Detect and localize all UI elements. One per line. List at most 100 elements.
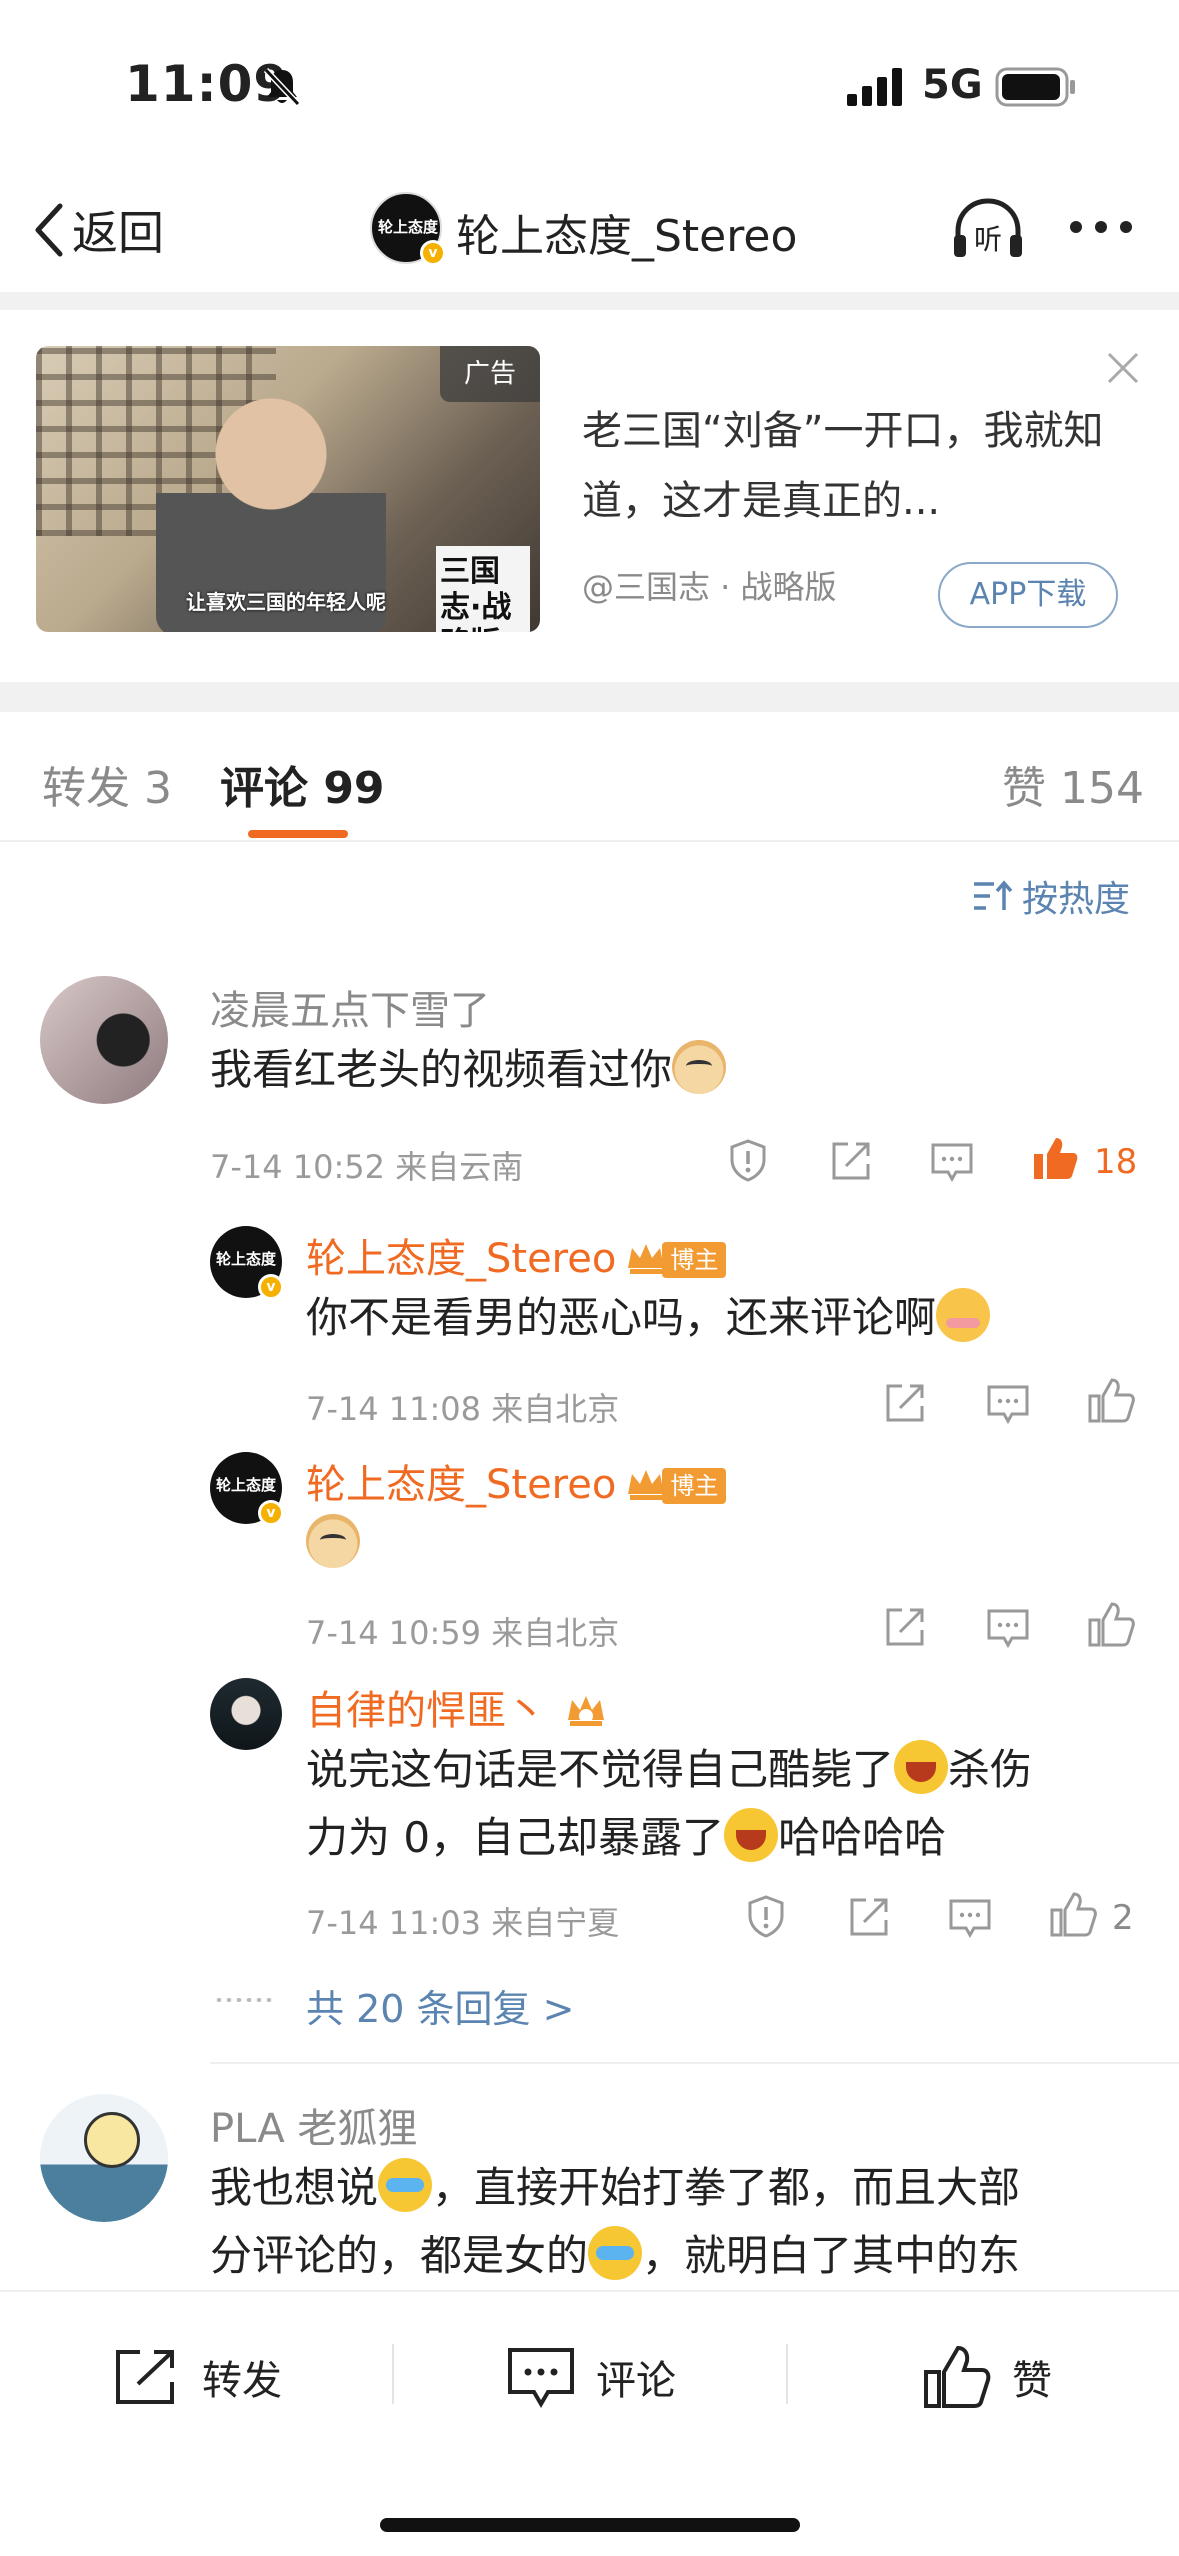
replier-name[interactable]: 自律的悍匪丶 (306, 1678, 606, 1736)
reply-meta: 7-14 11:08 来自北京 (306, 1390, 620, 1428)
like-icon (924, 2345, 991, 2408)
like-count: 2 (1112, 1898, 1134, 1938)
avatar-logo-text: 轮上态度 (216, 1250, 277, 1268)
comment-text-part2: ，直接开始打拳了都，而且大部 (432, 2163, 1021, 2212)
reply-text: 说完这句话是不觉得自己酷毙了 杀伤 力为 0，自己却暴露了 哈哈哈哈 (306, 1736, 1032, 1872)
like-icon[interactable] (1030, 1134, 1080, 1182)
reply-meta: 7-14 10:59 来自北京 (306, 1614, 620, 1652)
muted-bell-icon (263, 67, 301, 107)
like-icon[interactable] (1086, 1600, 1136, 1648)
headphones-icon[interactable]: 听 (950, 197, 1026, 261)
replier-name-text: 轮上态度_Stereo (306, 1462, 617, 1508)
ad-headline[interactable]: 老三国“刘备”一开口，我就知道，这才是真正的... (582, 396, 1122, 536)
laugh-emoji-icon (894, 1740, 949, 1794)
reply-text (306, 1510, 360, 1578)
ad-card[interactable]: 让喜欢三国的年轻人呢 广告 三国志·战略版 老三国“刘备”一开口，我就知道，这才… (0, 310, 1179, 682)
comment-text: 我看红老头的视频看过你 (210, 1036, 727, 1104)
reply-text: 你不是看男的恶心吗，还来评论啊 (306, 1284, 991, 1352)
comment-label: 评论 (596, 2358, 676, 2404)
share-icon[interactable] (848, 1896, 890, 1938)
sort-icon (974, 880, 1013, 910)
app-download-button[interactable]: APP下载 (938, 562, 1118, 628)
comment-icon (508, 2348, 574, 2408)
sort-label: 按热度 (1022, 879, 1131, 920)
share-icon (116, 2350, 174, 2404)
reply-icon[interactable] (930, 1142, 974, 1182)
home-indicator[interactable] (380, 2518, 800, 2532)
more-icon[interactable] (1066, 215, 1136, 239)
replier-name[interactable]: 轮上态度_Stereo 博主 (306, 1226, 727, 1284)
blogger-tag: 博主 (662, 1468, 727, 1504)
comment-text-part1: 我也想说 (210, 2163, 379, 2212)
verified-badge-icon: v (258, 1274, 284, 1300)
page-title[interactable]: 轮上态度_Stereo (456, 200, 797, 264)
tab-repost[interactable]: 转发 3 (42, 752, 172, 816)
reply-meta: 7-14 11:03 来自宁夏 (306, 1904, 620, 1942)
reply-text-content: 你不是看男的恶心吗，还来评论啊 (306, 1293, 937, 1342)
comment-text-content: 我看红老头的视频看过你 (210, 1045, 673, 1094)
thumbnail-corner-text: 三国志·战略版 (436, 546, 530, 632)
back-button[interactable]: 返回 (32, 198, 164, 262)
battery-icon (995, 67, 1075, 107)
crown-icon (568, 1696, 604, 1726)
tab-comments[interactable]: 评论 99 (220, 752, 385, 816)
blogger-tag: 博主 (662, 1242, 727, 1278)
status-bar: 11:09 5G (0, 0, 1179, 170)
dotted-leader (214, 1998, 274, 2002)
comment-meta: 7-14 10:52 来自云南 (210, 1148, 524, 1186)
repost-button[interactable]: 转发 (112, 2342, 282, 2412)
ad-badge: 广告 (440, 346, 540, 402)
like-count: 18 (1094, 1142, 1138, 1182)
shy-smile-emoji-icon (936, 1288, 991, 1342)
doge-emoji-icon (672, 1040, 727, 1094)
comment-text-part3: 分评论的，都是女的 (210, 2231, 589, 2280)
like-icon[interactable] (1048, 1890, 1098, 1938)
commenter-name[interactable]: PLA 老狐狸 (210, 2096, 417, 2154)
verified-badge-icon: v (420, 240, 446, 266)
verified-badge-icon: v (258, 1500, 284, 1526)
comment-text: 我也想说 ，直接开始打拳了都，而且大部 分评论的，都是女的 ，就明白了其中的东 (210, 2154, 1020, 2290)
replier-name-text: 自律的悍匪丶 (306, 1688, 546, 1734)
ad-thumbnail[interactable]: 让喜欢三国的年轻人呢 广告 三国志·战略版 (36, 346, 540, 632)
like-label: 赞 (1012, 2358, 1052, 2404)
avatar-logo-text: 轮上态度 (216, 1476, 277, 1494)
signal-icon (847, 68, 902, 106)
chevron-left-icon (35, 203, 63, 257)
section-gap (0, 682, 1179, 712)
commenter-name[interactable]: 凌晨五点下雪了 (210, 978, 490, 1036)
share-icon[interactable] (884, 1382, 926, 1424)
nav-bar: 返回 轮上态度 v 轮上态度_Stereo 听 (0, 170, 1179, 290)
share-icon[interactable] (830, 1140, 872, 1182)
laugh-cry-emoji-icon (378, 2158, 433, 2212)
section-gap (0, 292, 1179, 310)
commenter-avatar[interactable] (40, 976, 168, 1104)
replier-name-text: 轮上态度_Stereo (306, 1236, 617, 1282)
close-icon[interactable] (1105, 350, 1141, 386)
crown-icon (628, 1244, 665, 1274)
doge-emoji-icon (306, 1514, 360, 1568)
like-button[interactable]: 赞 (922, 2342, 1052, 2412)
report-icon[interactable] (744, 1894, 788, 1938)
replier-avatar[interactable] (210, 1678, 282, 1750)
reply-icon[interactable] (986, 1608, 1030, 1648)
report-icon[interactable] (726, 1138, 770, 1182)
reply-icon[interactable] (986, 1384, 1030, 1424)
svg-text:听: 听 (974, 223, 1002, 256)
commenter-avatar[interactable] (40, 2094, 168, 2222)
sort-by-hot-button[interactable]: 按热度 (972, 870, 1130, 922)
replier-name[interactable]: 轮上态度_Stereo 博主 (306, 1452, 727, 1510)
tab-likes[interactable]: 赞 154 (1002, 752, 1144, 816)
reply-icon[interactable] (948, 1898, 992, 1938)
like-icon[interactable] (1086, 1376, 1136, 1424)
network-type: 5G (922, 62, 983, 108)
comment-text-part4: ，就明白了其中的东 (642, 2231, 1021, 2280)
comment-button[interactable]: 评论 (506, 2342, 676, 2412)
separator (392, 2344, 394, 2404)
avatar-logo-text: 轮上态度 (378, 218, 439, 236)
thumbnail-caption: 让喜欢三国的年轻人呢 (186, 590, 386, 614)
bottom-action-bar: 转发 评论 赞 (0, 2290, 1179, 2556)
share-icon[interactable] (884, 1606, 926, 1648)
view-more-replies-link[interactable]: 共 20 条回复 > (306, 1978, 574, 2033)
laugh-emoji-icon (724, 1808, 779, 1862)
reply-text-line1a: 说完这句话是不觉得自己酷毙了 (306, 1745, 895, 1794)
